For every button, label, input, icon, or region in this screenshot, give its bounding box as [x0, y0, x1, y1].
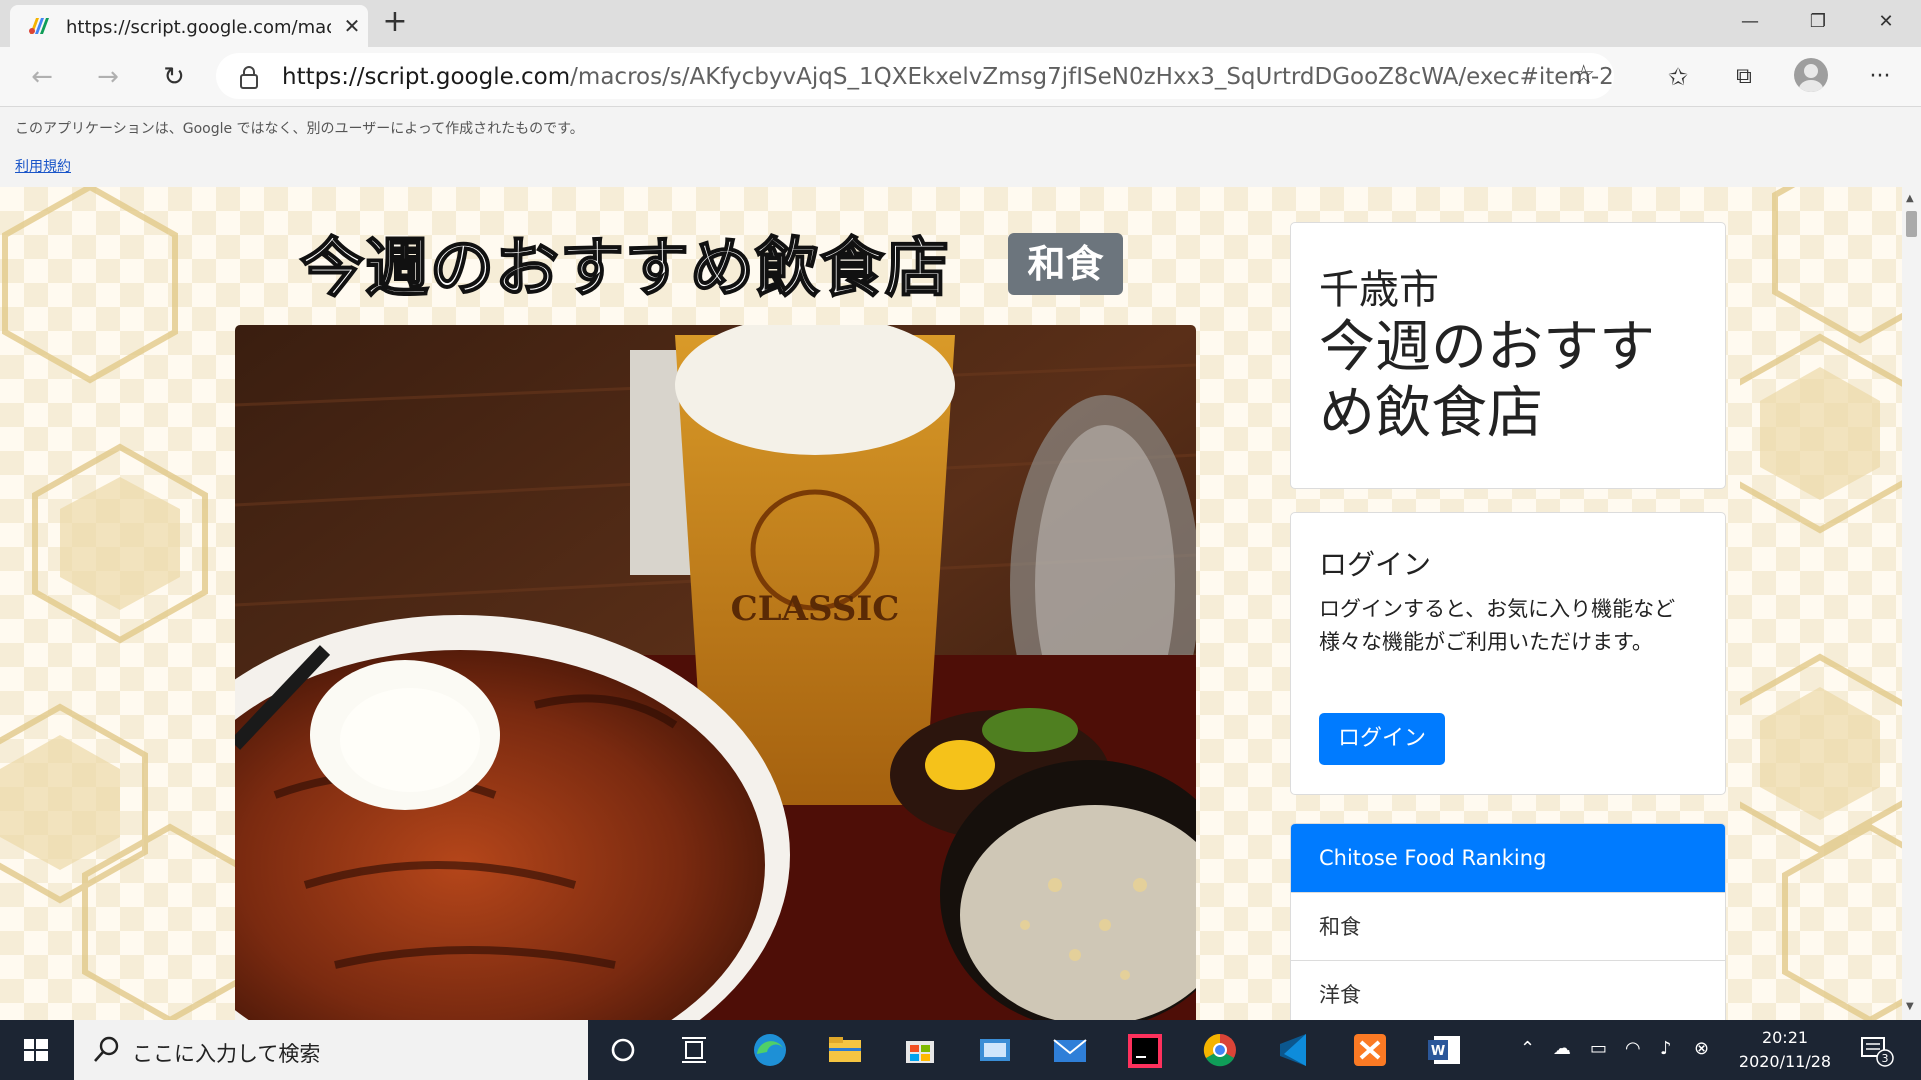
mute-status-icon[interactable]: ⊗: [1694, 1038, 1709, 1059]
browser-tabstrip: https://script.google.com/macros/s/AKfyc…: [0, 0, 1921, 47]
file-explorer-icon[interactable]: [810, 1020, 880, 1080]
login-button[interactable]: ログイン: [1319, 713, 1445, 765]
page-title: 今週のおすすめ飲食店: [299, 231, 950, 307]
word-icon[interactable]: W: [1410, 1020, 1480, 1080]
ranking-header[interactable]: Chitose Food Ranking: [1291, 824, 1725, 892]
scrollbar-thumb[interactable]: [1906, 211, 1917, 237]
ranking-item-washoku[interactable]: 和食: [1291, 892, 1725, 960]
featured-restaurant-photo: CLASSIC: [235, 325, 1196, 1020]
city-card-title: 今週のおすすめ飲食店: [1319, 315, 1655, 446]
profile-avatar[interactable]: [1794, 58, 1828, 92]
taskbar-search-placeholder: ここに入力して検索: [132, 1042, 321, 1066]
battery-icon[interactable]: ▭: [1590, 1038, 1607, 1059]
cortana-icon[interactable]: [588, 1020, 658, 1080]
hexagon-pattern-left: [0, 187, 250, 1020]
hexagon-pattern-right: [1740, 187, 1902, 1020]
intellij-idea-icon[interactable]: [1110, 1020, 1180, 1080]
scroll-down-arrow-icon[interactable]: ▼: [1906, 1001, 1914, 1012]
tab-close-icon[interactable]: ✕: [340, 14, 364, 38]
minimize-window-icon[interactable]: —: [1716, 0, 1784, 44]
category-badge: 和食: [1008, 233, 1123, 295]
login-description: ログインすると、お気に入り機能など様々な機能がご利用いただけます。: [1319, 597, 1676, 654]
login-heading: ログイン: [1319, 548, 1432, 581]
apps-script-notice: このアプリケーションは、Google ではなく、別のユーザーによって作成されたも…: [15, 121, 584, 137]
favorite-star-icon[interactable]: ☆: [1572, 60, 1595, 90]
taskbar-search-box[interactable]: ここに入力して検索: [74, 1020, 588, 1080]
browser-tab[interactable]: https://script.google.com/macros/s/AKfyc…: [10, 5, 368, 47]
forward-arrow-icon[interactable]: →: [88, 57, 128, 97]
mail-icon[interactable]: [1035, 1020, 1105, 1080]
city-card: 千歳市 今週のおすすめ飲食店: [1290, 222, 1726, 489]
url-text[interactable]: https://script.google.com/macros/s/AKfyc…: [282, 64, 1614, 90]
city-name: 千歳市: [1319, 267, 1439, 313]
microsoft-store-icon[interactable]: [885, 1020, 955, 1080]
back-arrow-icon[interactable]: ←: [22, 57, 62, 97]
more-menu-icon[interactable]: ···: [1860, 57, 1900, 97]
collections-icon[interactable]: ⧉: [1724, 57, 1764, 97]
login-card: ログイン ログインすると、お気に入り機能など様々な機能がご利用いただけます。 ロ…: [1290, 512, 1726, 795]
vscode-icon[interactable]: [1260, 1020, 1330, 1080]
taskbar-clock[interactable]: 20:21 2020/11/28: [1722, 1026, 1848, 1074]
clock-date: 2020/11/28: [1738, 1052, 1832, 1071]
xampp-icon[interactable]: [1335, 1020, 1405, 1080]
url-path: /macros/s/AKfycbyvAjqS_1QXEkxelvZmsg7jfI…: [570, 64, 1614, 90]
page-content: 今週のおすすめ飲食店 和食 CLASSIC 千歳市 今週のおすすめ飲食店 ログイ…: [0, 187, 1902, 1020]
page-scrollbar[interactable]: ▲ ▼: [1902, 187, 1921, 1020]
tab-title: https://script.google.com/macros/s/AKfyc…: [66, 17, 331, 38]
notification-center-icon[interactable]: 3: [1856, 1032, 1896, 1068]
search-icon: [94, 1036, 119, 1062]
url-host: https://script.google.com: [282, 64, 571, 90]
ranking-item-yoshoku[interactable]: 洋食: [1291, 960, 1725, 1020]
windows-start-icon[interactable]: [0, 1020, 72, 1080]
remote-desktop-icon[interactable]: [960, 1020, 1030, 1080]
notification-count: 3: [1882, 1052, 1889, 1065]
terms-link[interactable]: 利用規約: [15, 156, 71, 176]
scroll-up-arrow-icon[interactable]: ▲: [1906, 193, 1914, 204]
favorites-list-icon[interactable]: ✩: [1658, 57, 1698, 97]
windows-taskbar: ここに入力して検索 W ⌃ ☁ ▭ ◠ ♪ ⊗ 20:21 2020/11/28…: [0, 1020, 1921, 1080]
apps-script-favicon-icon: [29, 18, 49, 34]
new-tab-icon[interactable]: +: [378, 6, 412, 40]
edge-browser-icon[interactable]: [735, 1020, 805, 1080]
volume-icon[interactable]: ♪: [1660, 1038, 1672, 1059]
close-window-icon[interactable]: ✕: [1852, 0, 1920, 44]
svg-text:W: W: [1431, 1044, 1445, 1059]
apps-script-banner: このアプリケーションは、Google ではなく、別のユーザーによって作成されたも…: [0, 108, 1921, 186]
food-ranking-list: Chitose Food Ranking 和食 洋食: [1290, 823, 1726, 1020]
address-bar[interactable]: https://script.google.com/macros/s/AKfyc…: [216, 53, 1614, 99]
browser-toolbar: ← → ↻ https://script.google.com/macros/s…: [0, 47, 1921, 107]
chrome-icon[interactable]: [1185, 1020, 1255, 1080]
show-hidden-icons-icon[interactable]: ⌃: [1520, 1038, 1535, 1059]
lock-icon: [240, 66, 258, 89]
clock-time: 20:21: [1761, 1028, 1809, 1047]
wifi-icon[interactable]: ◠: [1625, 1038, 1641, 1059]
refresh-icon[interactable]: ↻: [154, 57, 194, 97]
onedrive-cloud-icon[interactable]: ☁: [1553, 1038, 1571, 1059]
restore-window-icon[interactable]: ❐: [1784, 0, 1852, 44]
task-view-icon[interactable]: [660, 1020, 730, 1080]
photo-label-text: CLASSIC: [731, 589, 900, 629]
